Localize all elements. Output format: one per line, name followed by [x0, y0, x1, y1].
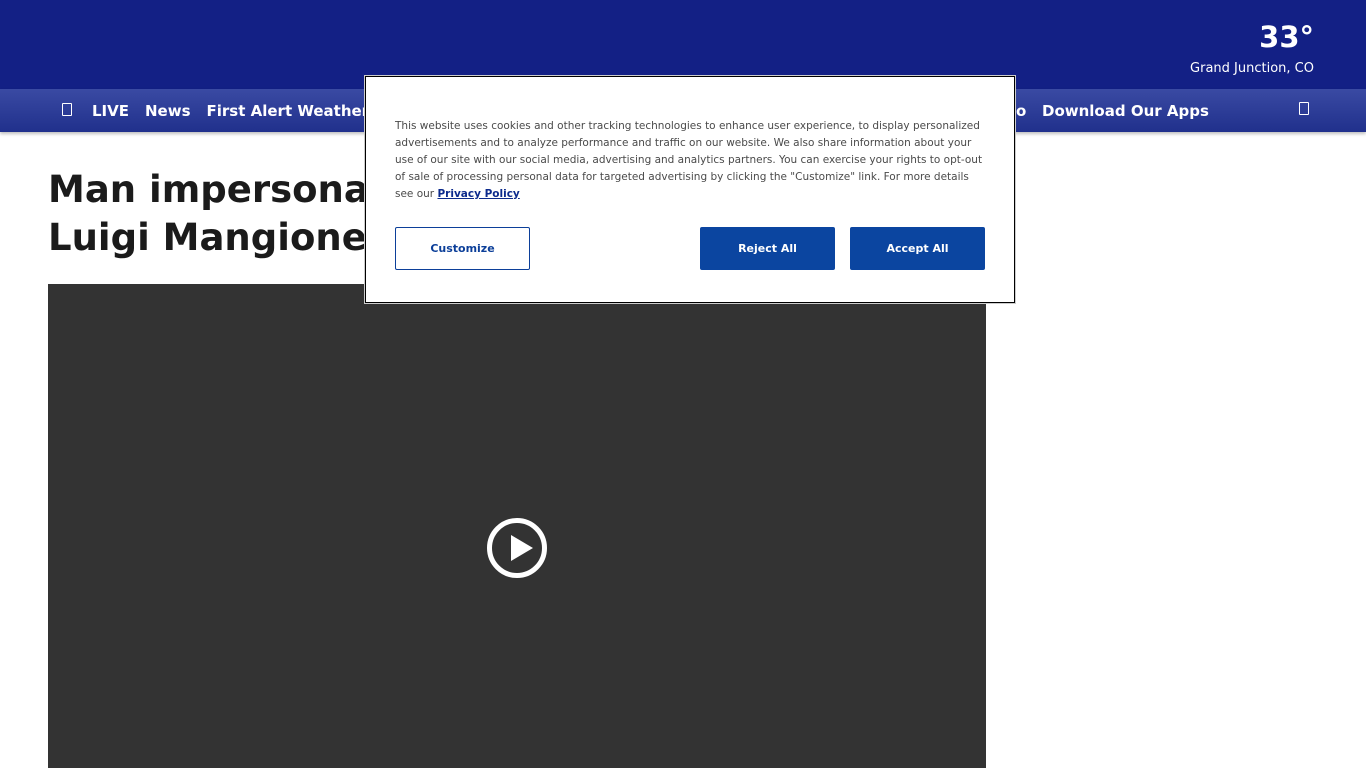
weather-widget[interactable]: 33° Grand Junction, CO [1190, 20, 1314, 78]
weather-temperature: 33° [1259, 20, 1314, 54]
customize-button[interactable]: Customize [395, 227, 530, 270]
cookie-message: This website uses cookies and other trac… [395, 118, 985, 203]
privacy-policy-link[interactable]: Privacy Policy [437, 188, 519, 200]
nav-item-first-alert-weather[interactable]: First Alert Weather [207, 102, 370, 120]
menu-icon[interactable] [62, 103, 72, 116]
reject-all-button[interactable]: Reject All [700, 227, 835, 270]
cookie-consent-dialog: This website uses cookies and other trac… [364, 75, 1016, 304]
headline-line-2: Luigi Mangione c [48, 216, 402, 259]
search-icon[interactable] [1299, 102, 1309, 115]
nav-item-download-apps[interactable]: Download Our Apps [1042, 89, 1209, 132]
play-button[interactable] [487, 518, 547, 578]
video-player[interactable] [48, 284, 986, 768]
nav-items: LIVE News First Alert Weather S [92, 89, 412, 132]
headline-line-1: Man impersonati [48, 168, 400, 211]
weather-location: Grand Junction, CO [1190, 61, 1314, 76]
accept-all-button[interactable]: Accept All [850, 227, 985, 270]
nav-item-partial-hidden[interactable]: o [1016, 89, 1026, 132]
nav-item-live[interactable]: LIVE [92, 102, 129, 120]
play-icon [511, 535, 533, 561]
nav-item-news[interactable]: News [145, 102, 191, 120]
